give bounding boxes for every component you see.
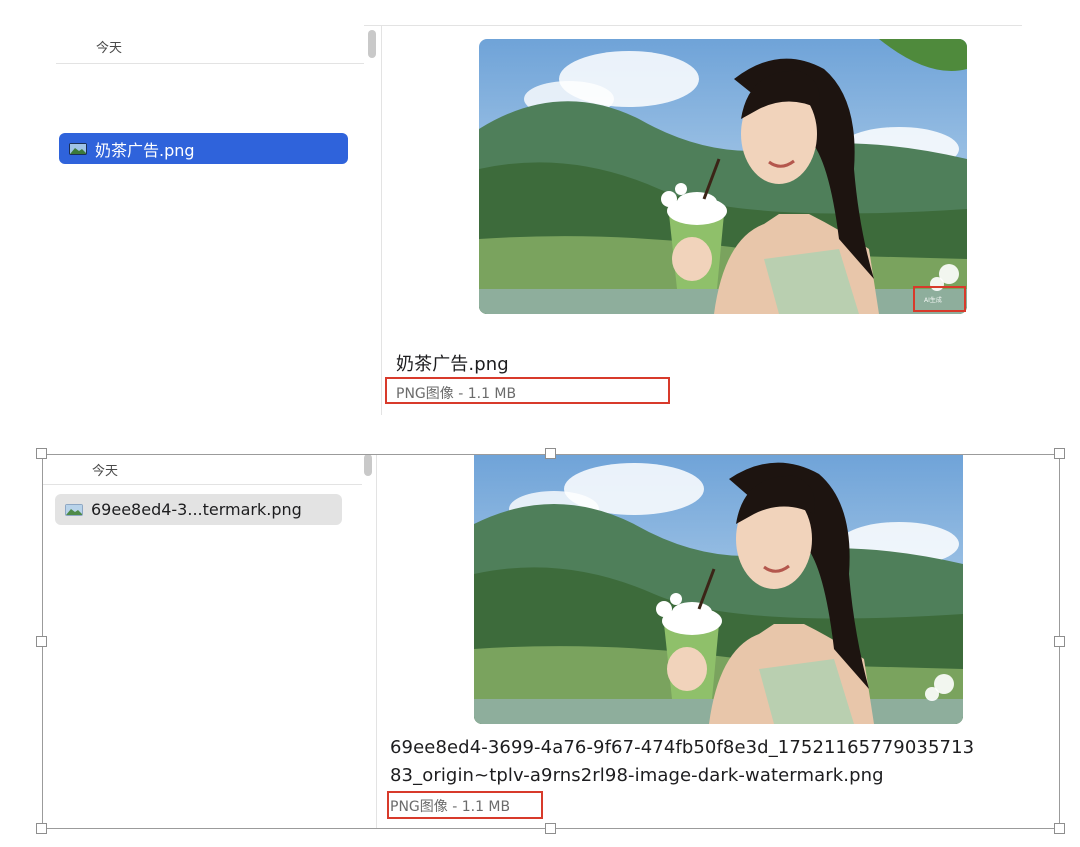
top-sidebar: 今天 奶茶广告.png xyxy=(56,0,364,415)
file-row-label: 奶茶广告.png xyxy=(95,140,195,160)
top-finder-panel: 今天 奶茶广告.png AI生成 奶茶广告.png PNG图像 - 1.1 MB xyxy=(56,0,1022,415)
resize-handle-bottom-center[interactable] xyxy=(545,823,556,834)
resize-handle-middle-right[interactable] xyxy=(1054,636,1065,647)
resize-handle-top-center[interactable] xyxy=(545,448,556,459)
resize-handle-middle-left[interactable] xyxy=(36,636,47,647)
resize-handle-bottom-right[interactable] xyxy=(1054,823,1065,834)
section-header-today: 今天 xyxy=(96,41,123,56)
meta-highlight xyxy=(385,377,670,404)
selection-frame xyxy=(42,454,1060,829)
resize-handle-top-right[interactable] xyxy=(1054,448,1065,459)
image-preview xyxy=(479,39,967,314)
section-header-rule xyxy=(56,63,364,64)
image-file-icon xyxy=(69,142,87,155)
scroll-thumb[interactable] xyxy=(368,30,376,58)
file-title: 奶茶广告.png xyxy=(396,354,509,375)
sidebar-divider xyxy=(381,25,382,415)
file-row-milk-tea-ad[interactable]: 奶茶广告.png xyxy=(59,133,348,164)
resize-handle-bottom-left[interactable] xyxy=(36,823,47,834)
watermark-highlight xyxy=(913,286,966,312)
resize-handle-top-left[interactable] xyxy=(36,448,47,459)
